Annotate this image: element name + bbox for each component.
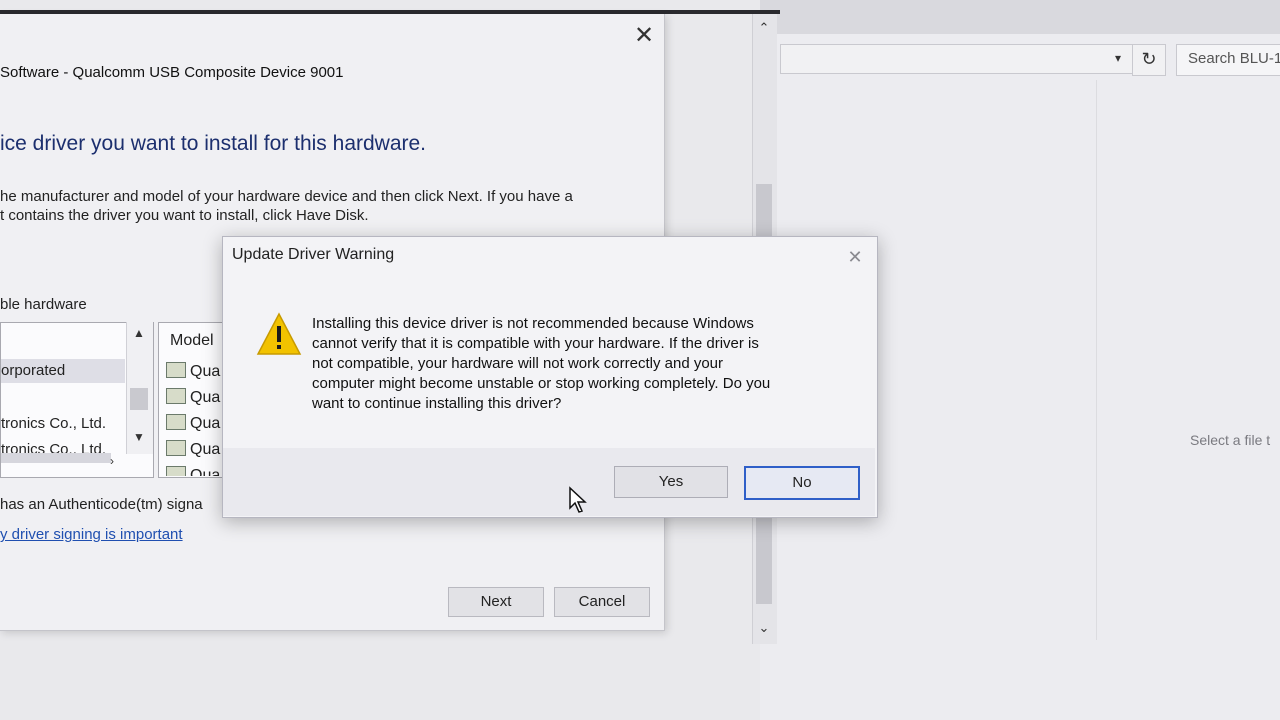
model-label: Qua [190,389,221,406]
list-item[interactable]: Qua [166,362,220,381]
list-item[interactable]: Qua [166,414,220,433]
model-label: Qua [190,415,221,432]
close-icon[interactable]: ✕ [842,246,868,268]
driver-icon [166,466,186,476]
chevron-down-icon[interactable]: ⌄ [752,620,776,636]
driver-icon [166,388,186,404]
chevron-up-icon[interactable]: ▲ [126,326,152,340]
model-column-header[interactable]: Model [170,332,214,350]
explorer-title-area [760,0,1280,34]
list-item[interactable]: Qua [166,466,220,476]
list-item[interactable]: tronics Co., Ltd. [1,441,106,453]
driver-icon [166,362,186,378]
no-button[interactable]: No [744,466,860,500]
compatible-hardware-label: ble hardware [0,296,87,313]
address-bar[interactable] [780,44,1142,74]
list-item[interactable]: Qua [166,388,220,407]
warning-message: Installing this device driver is not rec… [312,314,832,414]
cancel-button[interactable]: Cancel [554,587,650,617]
chevron-right-icon[interactable]: › [110,454,114,468]
yes-button[interactable]: Yes [614,466,728,498]
driver-icon [166,440,186,456]
wizard-description-line-2: t contains the driver you want to instal… [0,207,369,224]
warning-icon [256,312,302,356]
chevron-down-icon[interactable]: ▾ [1108,48,1128,68]
preview-pane-hint: Select a file t [1190,432,1271,448]
wizard-description-line-1: he manufacturer and model of your hardwa… [0,188,573,205]
mouse-cursor-icon [568,486,588,514]
message-line: want to continue installing this driver? [312,395,562,412]
close-icon[interactable]: ✕ [628,22,660,50]
message-line: Installing this device driver is not rec… [312,315,754,332]
list-item[interactable]: orporated [1,359,125,383]
chevron-down-icon[interactable]: ▼ [126,430,152,444]
scrollbar-thumb[interactable] [130,388,148,410]
message-line: not compatible, your hardware will not w… [312,355,724,372]
wizard-heading: ice driver you want to install for this … [0,132,427,155]
wizard-title: Software - Qualcomm USB Composite Device… [0,64,344,81]
search-placeholder: Search BLU-1 [1188,50,1280,67]
model-label: Qua [190,467,221,476]
dialog-title: Update Driver Warning [232,246,395,263]
list-item[interactable]: Qua [166,440,220,459]
message-line: computer might become unstable or stop w… [312,375,771,392]
chevron-up-icon[interactable]: ⌃ [752,20,776,36]
model-label: Qua [190,363,221,380]
driver-icon [166,414,186,430]
signature-status-text: has an Authenticode(tm) signa [0,496,203,513]
driver-signing-link[interactable]: y driver signing is important [0,526,183,543]
model-label: Qua [190,441,221,458]
horizontal-scrollbar[interactable] [1,453,111,463]
refresh-icon[interactable]: ↻ [1132,44,1166,76]
next-button[interactable]: Next [448,587,544,617]
list-item[interactable]: tronics Co., Ltd. [1,415,106,432]
message-line: cannot verify that it is compatible with… [312,335,759,352]
